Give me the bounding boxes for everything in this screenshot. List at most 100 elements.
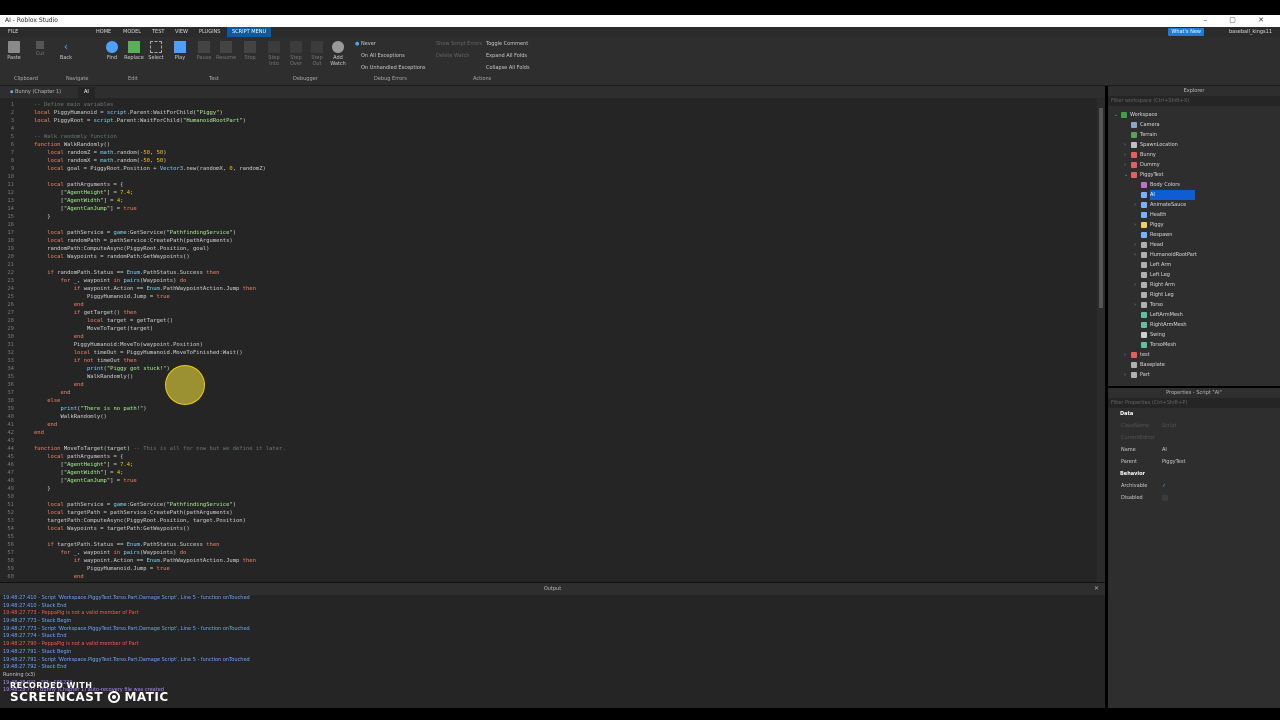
code-line[interactable]: print("Piggy got stuck!") [34, 365, 286, 373]
menu-model[interactable]: MODEL [123, 29, 141, 35]
explorer-item[interactable]: › Torso [1108, 300, 1280, 310]
code-line[interactable]: end [34, 301, 286, 309]
explorer-filter-input[interactable]: Filter workspace (Ctrl+Shift+X) [1108, 96, 1280, 106]
explorer-item[interactable]: › Dummy [1108, 160, 1280, 170]
whats-new-button[interactable]: What's New [1168, 28, 1204, 36]
section-data[interactable]: Data [1108, 408, 1280, 420]
code-line[interactable] [34, 493, 286, 501]
tab-bunny[interactable]: ▪ Bunny (Chapter 1) [4, 87, 67, 98]
pause-button[interactable]: Pause [194, 41, 214, 61]
debug-all-exceptions-radio[interactable]: On All Exceptions [361, 53, 405, 59]
prop-name[interactable]: Name AI [1108, 444, 1280, 456]
code-line[interactable]: PiggyHumanoid.Jump = true [34, 565, 286, 573]
code-line[interactable]: local pathService = game:GetService("Pat… [34, 501, 286, 509]
code-line[interactable]: if targetPath.Status == Enum.PathStatus.… [34, 541, 286, 549]
code-line[interactable]: WalkRandomly() [34, 373, 286, 381]
code-line[interactable]: local randomPath = pathService:CreatePat… [34, 237, 286, 245]
code-line[interactable]: local targetPath = pathService:CreatePat… [34, 509, 286, 517]
explorer-item[interactable]: TorsoMesh [1108, 340, 1280, 350]
code-line[interactable]: end [34, 333, 286, 341]
code-line[interactable]: local Waypoints = targetPath:GetWaypoint… [34, 525, 286, 533]
explorer-item[interactable]: › Head [1108, 240, 1280, 250]
step-over-button[interactable]: Step Over [286, 41, 306, 67]
code-line[interactable]: local randomX = math.random(-50, 50) [34, 157, 286, 165]
code-lines[interactable]: -- Define main variables local PiggyHuman… [34, 101, 286, 581]
collapse-arrow-icon[interactable]: ⌄ [1114, 110, 1118, 120]
window-controls[interactable]: – ▢ ✕ [1204, 16, 1274, 24]
explorer-item[interactable]: › Bunny [1108, 150, 1280, 160]
code-line[interactable]: local PiggyHumanoid = script.Parent:Wait… [34, 109, 286, 117]
expand-arrow-icon[interactable]: › [1124, 140, 1126, 150]
code-editor[interactable]: 1 2 3 4 5 6 7 8 9 10 11 12 13 14 15 16 17 18 19 20 21 22 23 24 2… [0, 98, 1105, 582]
explorer-item[interactable]: LeftArmMesh [1108, 310, 1280, 320]
code-line[interactable] [34, 261, 286, 269]
code-line[interactable]: if not timeOut then [34, 357, 286, 365]
code-line[interactable]: end [34, 389, 286, 397]
explorer-item[interactable]: › Right Arm [1108, 280, 1280, 290]
explorer-item[interactable]: › HumanoidRootPart [1108, 250, 1280, 260]
expand-arrow-icon[interactable]: › [1134, 200, 1136, 210]
code-line[interactable]: end [34, 573, 286, 581]
scrollbar-thumb[interactable] [1099, 108, 1103, 308]
debug-unhandled-radio[interactable]: On Unhandled Exceptions [361, 65, 426, 71]
code-line[interactable]: function MoveToTarget(target) -- This is… [34, 445, 286, 453]
checkbox-unchecked-icon[interactable] [1162, 495, 1168, 501]
code-line[interactable]: local pathArguments = { [34, 453, 286, 461]
code-line[interactable]: function WalkRandomly() [34, 141, 286, 149]
add-watch-button[interactable]: Add Watch [328, 41, 348, 67]
code-line[interactable]: if waypoint.Action == Enum.PathWaypointA… [34, 285, 286, 293]
explorer-item[interactable]: Left Arm [1108, 260, 1280, 270]
code-line[interactable]: for _, waypoint in pairs(Waypoints) do [34, 549, 286, 557]
menu-test[interactable]: TEST [152, 29, 164, 35]
expand-arrow-icon[interactable]: › [1124, 370, 1126, 380]
prop-archivable[interactable]: Archivable ✓ [1108, 480, 1280, 492]
explorer-item[interactable]: › test [1108, 350, 1280, 360]
code-line[interactable] [34, 437, 286, 445]
code-line[interactable]: local PiggyRoot = script.Parent:WaitForC… [34, 117, 286, 125]
menu-script-menu[interactable]: SCRIPT MENU [227, 27, 272, 37]
output-close-icon[interactable]: ✕ [1094, 585, 1099, 592]
cut-button[interactable]: Cut [30, 41, 50, 57]
explorer-item[interactable]: Camera [1108, 120, 1280, 130]
expand-arrow-icon[interactable]: › [1124, 150, 1126, 160]
properties-filter-input[interactable]: Filter Properties (Ctrl+Shift+P) [1108, 398, 1280, 408]
explorer-item[interactable]: AI [1108, 190, 1280, 200]
checkbox-checked-icon[interactable]: ✓ [1162, 480, 1166, 492]
menu-view[interactable]: VIEW [175, 29, 188, 35]
code-line[interactable]: local pathService = game:GetService("Pat… [34, 229, 286, 237]
explorer-item[interactable]: Right Leg [1108, 290, 1280, 300]
code-line[interactable]: local pathArguments = { [34, 181, 286, 189]
code-line[interactable]: local randomZ = math.random(-50, 50) [34, 149, 286, 157]
code-line[interactable]: ["AgentHeight"] = 7.4; [34, 461, 286, 469]
code-line[interactable]: ["AgentCanJump"] = true [34, 477, 286, 485]
user-name[interactable]: baseball_kings11 [1229, 29, 1272, 35]
find-button[interactable]: Find [102, 41, 122, 61]
explorer-item[interactable]: RightArmMesh [1108, 320, 1280, 330]
menu-plugins[interactable]: PLUGINS [199, 29, 220, 35]
stop-button[interactable]: Stop [240, 41, 260, 61]
code-line[interactable]: end [34, 421, 286, 429]
explorer-item[interactable]: › Part [1108, 370, 1280, 380]
code-line[interactable]: ["AgentWidth"] = 4; [34, 197, 286, 205]
collapse-arrow-icon[interactable]: ⌄ [1124, 170, 1128, 180]
code-line[interactable]: else [34, 397, 286, 405]
code-line[interactable]: -- Define main variables [34, 101, 286, 109]
explorer-item[interactable]: › AnimateSauce [1108, 200, 1280, 210]
explorer-item[interactable]: Baseplate [1108, 360, 1280, 370]
expand-arrow-icon[interactable]: › [1124, 160, 1126, 170]
replace-button[interactable]: Replace [124, 41, 144, 61]
tab-ai[interactable]: AI [78, 87, 95, 98]
code-line[interactable]: } [34, 485, 286, 493]
prop-disabled[interactable]: Disabled [1108, 492, 1280, 504]
code-line[interactable]: end [34, 429, 286, 437]
explorer-item[interactable]: Swing [1108, 330, 1280, 340]
code-line[interactable] [34, 533, 286, 541]
debug-never-radio[interactable]: ● Never [355, 41, 376, 47]
explorer-item[interactable]: ⌄ PiggyTest [1108, 170, 1280, 180]
explorer-item[interactable]: ⌄ Workspace [1108, 110, 1280, 120]
explorer-item[interactable]: Left Leg [1108, 270, 1280, 280]
code-line[interactable]: end [34, 381, 286, 389]
back-button[interactable]: ‹ Back [56, 41, 76, 62]
step-out-button[interactable]: Step Out [307, 41, 327, 67]
step-into-button[interactable]: Step Into [264, 41, 284, 67]
